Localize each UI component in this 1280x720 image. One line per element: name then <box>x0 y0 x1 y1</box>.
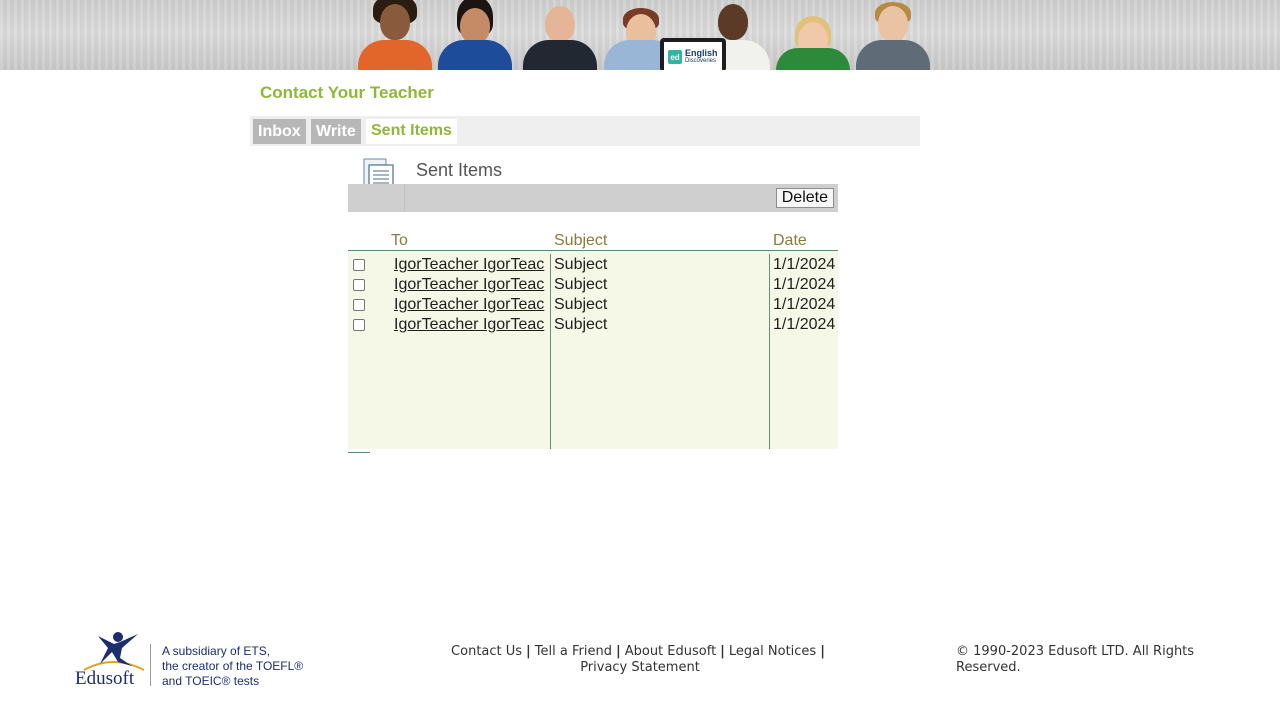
date-cell: 1/1/2024 <box>773 296 836 313</box>
tagline-line: and TOEIC® tests <box>162 674 260 688</box>
page-title: Contact Your Teacher <box>260 83 434 102</box>
tab-sent-items[interactable]: Sent Items <box>366 119 457 144</box>
date-cell: 1/1/2024 <box>773 256 836 273</box>
banner-person <box>438 0 512 70</box>
header-banner: ed English Discoveries <box>0 0 1280 70</box>
ed-logo-icon: ed <box>668 50 682 64</box>
row-checkbox[interactable] <box>353 279 365 291</box>
toolbar-divider <box>404 184 405 212</box>
tab-bar: Inbox Write Sent Items <box>250 116 920 146</box>
delete-button[interactable]: Delete <box>775 188 834 208</box>
message-toolbar: Delete <box>348 184 838 212</box>
table-row: IgorTeacher IgorTeac Subject 1/1/2024 <box>348 316 838 336</box>
date-cell: 1/1/2024 <box>773 276 836 293</box>
date-cell: 1/1/2024 <box>773 316 836 333</box>
recipient-link[interactable]: IgorTeacher IgorTeac <box>394 256 545 274</box>
banner-person <box>358 0 432 70</box>
table-row: IgorTeacher IgorTeac Subject 1/1/2024 <box>348 256 838 276</box>
english-discoveries-tablet: ed English Discoveries <box>660 38 726 70</box>
column-header-to[interactable]: To <box>391 232 408 250</box>
recipient-link[interactable]: IgorTeacher IgorTeac <box>394 316 545 334</box>
tagline-line: the creator of the TOEFL® <box>162 659 304 673</box>
tagline-line: A subsidiary of ETS, <box>162 644 271 658</box>
copyright-text: © 1990-2023 Edusoft LTD. All Rights Rese… <box>956 644 1195 675</box>
table-row: IgorTeacher IgorTeac Subject 1/1/2024 <box>348 276 838 296</box>
footer-link-privacy-statement[interactable]: Privacy Statement <box>580 660 700 675</box>
subject-cell: Subject <box>554 276 608 293</box>
row-checkbox[interactable] <box>353 299 365 311</box>
recipient-link[interactable]: IgorTeacher IgorTeac <box>394 296 545 314</box>
column-header-subject[interactable]: Subject <box>554 232 607 250</box>
edusoft-figure-icon <box>83 632 145 671</box>
table-row: IgorTeacher IgorTeac Subject 1/1/2024 <box>348 296 838 316</box>
banner-person <box>522 0 598 70</box>
section-title: Sent Items <box>416 160 503 180</box>
row-checkbox[interactable] <box>353 319 365 331</box>
footer-links: Contact Us | Tell a Friend | About Edusoft | L… <box>451 644 825 675</box>
tab-write[interactable]: Write <box>311 119 361 144</box>
subject-cell: Subject <box>554 296 608 313</box>
footer-link-tell-a-friend[interactable]: Tell a Friend <box>535 644 612 659</box>
banner-person <box>776 0 850 70</box>
footer-link-contact-us[interactable]: Contact Us <box>451 644 522 659</box>
edusoft-logo[interactable]: Edusoft A subsidiary of ETS, the creator… <box>70 630 310 690</box>
tab-inbox[interactable]: Inbox <box>253 119 306 144</box>
subject-cell: Subject <box>554 316 608 333</box>
subject-cell: Subject <box>554 256 608 273</box>
recipient-link[interactable]: IgorTeacher IgorTeac <box>394 276 545 294</box>
brand-name-line2: Discoveries <box>685 58 717 64</box>
logo-tagline: A subsidiary of ETS, the creator of the … <box>162 644 303 689</box>
row-checkbox[interactable] <box>353 259 365 271</box>
logo-divider <box>150 644 151 686</box>
banner-person <box>856 0 930 70</box>
logo-wordmark: Edusoft <box>75 668 135 689</box>
column-header-date[interactable]: Date <box>773 232 807 250</box>
table-footer-mark <box>348 452 370 453</box>
footer-link-legal-notices[interactable]: Legal Notices <box>729 644 816 659</box>
footer-link-about-edusoft[interactable]: About Edusoft <box>625 644 716 659</box>
